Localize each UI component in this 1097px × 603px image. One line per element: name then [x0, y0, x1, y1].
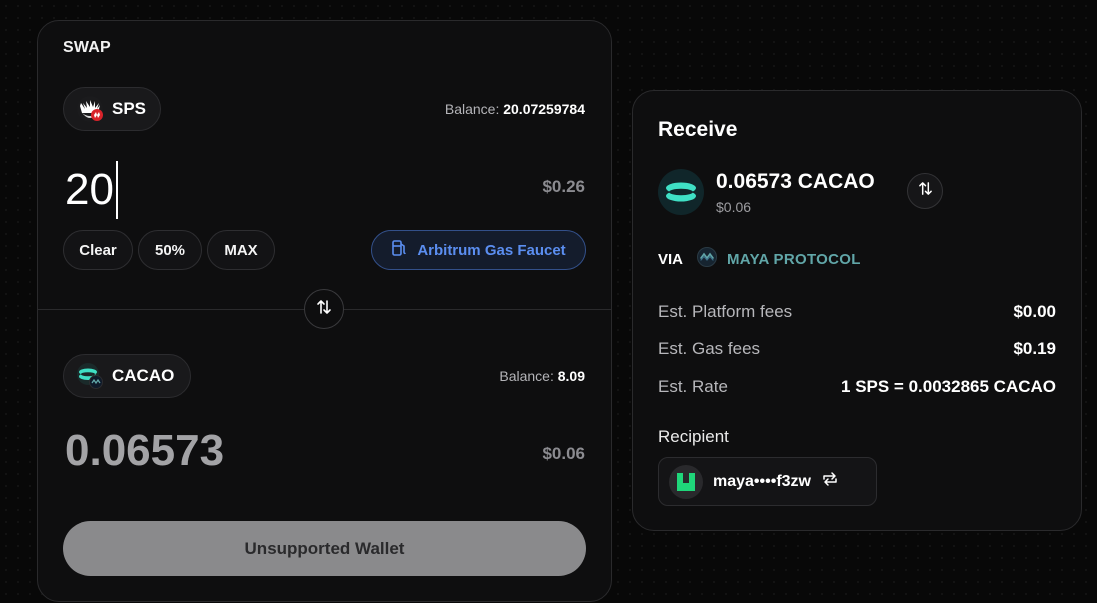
receive-panel: Receive 0.06573 CACAO $0.06 VIA MAYA PRO	[632, 90, 1082, 531]
from-balance-value: 20.07259784	[503, 101, 585, 117]
receive-toggle-button[interactable]	[907, 173, 943, 209]
maya-logo-icon	[697, 247, 718, 272]
sps-token-icon	[76, 95, 104, 123]
from-token-symbol: SPS	[112, 99, 147, 118]
swap-arrows-icon	[316, 299, 332, 320]
to-balance-value: 8.09	[557, 368, 585, 384]
from-balance: Balance: 20.07259784	[445, 101, 585, 117]
refresh-icon[interactable]	[821, 471, 839, 492]
to-token-symbol: CACAO	[112, 366, 175, 385]
half-button[interactable]: 50%	[138, 230, 202, 270]
gas-faucet-label: Arbitrum Gas Faucet	[417, 241, 566, 259]
fee-value: $0.19	[1013, 339, 1056, 358]
to-amount-value: 0.06573	[65, 426, 225, 475]
to-usd-value: $0.06	[542, 444, 585, 463]
fee-value: 1 SPS = 0.0032865 CACAO	[841, 377, 1056, 396]
fee-row-gas: Est. Gas fees $0.19	[658, 339, 1056, 359]
swap-panel: SWAP SPS Balance: 20.07259784 20 $0.26 C…	[37, 20, 612, 602]
receive-amount: 0.06573 CACAO	[716, 170, 875, 193]
swap-arrows-icon	[918, 181, 933, 201]
fee-value: $0.00	[1013, 302, 1056, 321]
fee-label: Est. Platform fees	[658, 302, 793, 321]
via-protocol-name: MAYA PROTOCOL	[727, 251, 861, 268]
route-provider: VIA MAYA PROTOCOL	[658, 247, 861, 272]
fee-row-rate: Est. Rate 1 SPS = 0.0032865 CACAO	[658, 377, 1056, 397]
cacao-token-icon	[76, 362, 104, 390]
recipient-label: Recipient	[658, 427, 729, 446]
fee-label: Est. Gas fees	[658, 339, 761, 358]
flip-tokens-button[interactable]	[304, 289, 344, 329]
fee-label: Est. Rate	[658, 377, 728, 396]
recipient-field[interactable]: maya••••f3zw	[658, 457, 877, 506]
via-label: VIA	[658, 251, 684, 268]
gas-pump-icon	[391, 239, 407, 261]
from-amount-input[interactable]: 20	[65, 161, 118, 219]
receive-title: Receive	[658, 118, 738, 141]
recipient-address: maya••••f3zw	[713, 472, 811, 490]
from-token-selector[interactable]: SPS	[63, 87, 161, 131]
max-button[interactable]: MAX	[207, 230, 275, 270]
from-amount-value: 20	[65, 165, 114, 214]
swap-title: SWAP	[63, 39, 111, 56]
gas-faucet-button[interactable]: Arbitrum Gas Faucet	[371, 230, 586, 270]
unsupported-wallet-button[interactable]: Unsupported Wallet	[63, 521, 586, 576]
text-cursor	[115, 161, 118, 219]
receive-usd-value: $0.06	[716, 199, 752, 215]
to-token-selector[interactable]: CACAO	[63, 354, 191, 398]
to-balance: Balance: 8.09	[499, 368, 585, 384]
to-balance-label: Balance:	[499, 368, 554, 384]
clear-button[interactable]: Clear	[63, 230, 133, 270]
avatar	[669, 464, 703, 499]
from-usd-value: $0.26	[542, 177, 585, 196]
from-balance-label: Balance:	[444, 101, 500, 117]
fee-row-platform: Est. Platform fees $0.00	[658, 302, 1056, 322]
cacao-token-icon	[658, 169, 704, 215]
